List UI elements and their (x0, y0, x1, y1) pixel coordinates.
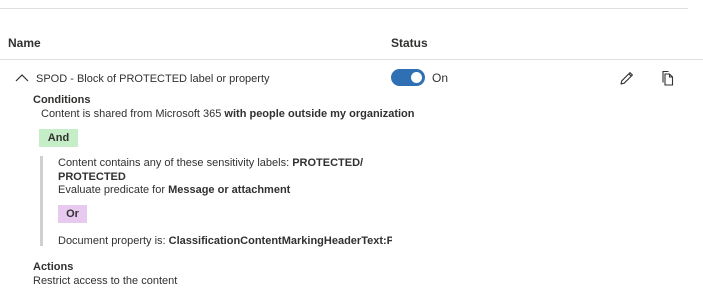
column-header-status[interactable]: Status (391, 36, 428, 50)
column-header-name[interactable]: Name (8, 36, 41, 50)
condition-sensitivity-labels: Content contains any of these sensitivit… (58, 157, 364, 169)
condition-shared-externally: Content is shared from Microsoft 365 wit… (41, 108, 415, 120)
copy-icon[interactable] (660, 70, 676, 87)
and-operator-badge: And (39, 129, 78, 147)
status-toggle[interactable] (391, 69, 425, 86)
toggle-knob (411, 72, 422, 83)
rule-name[interactable]: SPOD - Block of PROTECTED label or prope… (36, 73, 270, 85)
actions-title: Actions (33, 261, 74, 273)
status-toggle-label: On (432, 71, 449, 85)
header-divider (0, 59, 703, 60)
or-operator-badge: Or (58, 205, 87, 223)
condition-evaluate-predicate: Evaluate predicate for Message or attach… (58, 184, 291, 196)
action-restrict-access: Restrict access to the content (33, 275, 178, 287)
top-divider (0, 8, 688, 9)
condition-group-bar (40, 156, 43, 246)
condition-sensitivity-labels-cont: PROTECTED (58, 171, 126, 183)
conditions-title: Conditions (33, 94, 91, 106)
pencil-icon[interactable] (618, 70, 635, 87)
chevron-up-icon[interactable] (15, 72, 29, 84)
condition-document-property: Document property is: ClassificationCont… (58, 235, 392, 247)
